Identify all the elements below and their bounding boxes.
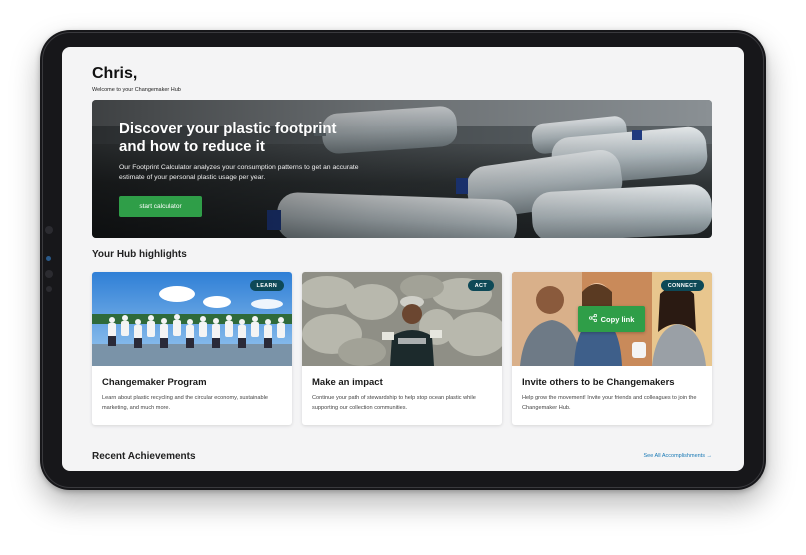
card-description: Help grow the movement! Invite your frie… <box>522 395 697 411</box>
camera-icon <box>45 270 53 278</box>
card-title: Invite others to be Changemakers <box>522 377 675 388</box>
recent-achievements-heading: Recent Achievements <box>92 451 196 462</box>
make-an-impact-card[interactable]: ACT Make an impact Continue your path of… <box>302 272 502 425</box>
copy-link-label: Copy link <box>600 314 635 324</box>
connect-tag: CONNECT <box>660 280 704 291</box>
see-all-accomplishments-link[interactable]: See All Accomplishments → <box>644 453 712 459</box>
card-title: Changemaker Program <box>102 377 207 388</box>
highlights-heading: Your Hub highlights <box>92 249 187 260</box>
user-greeting: Chris, <box>92 65 138 82</box>
copy-link-button[interactable]: Copy link <box>578 306 645 332</box>
card-description: Continue your path of stewardship to hel… <box>312 395 476 411</box>
share-icon <box>588 313 597 324</box>
camera-icon <box>45 226 53 234</box>
sensor-icon <box>46 256 51 261</box>
hero-title: Discover your plastic footprint and how … <box>119 120 337 155</box>
hero-description: Our Footprint Calculator analyzes your c… <box>119 164 359 181</box>
start-calculator-button[interactable]: start calculator <box>119 196 202 217</box>
invite-others-card[interactable]: CONNECT Copy link Invite others to be Ch… <box>512 272 712 425</box>
sensor-icon <box>46 286 52 292</box>
footprint-hero-banner: Discover your plastic footprint and how … <box>92 100 712 238</box>
learn-tag: LEARN <box>249 280 284 291</box>
card-description: Learn about plastic recycling and the ci… <box>102 395 268 411</box>
act-tag: ACT <box>467 280 494 291</box>
changemaker-program-card[interactable]: LEARN Changemaker Program Learn about pl… <box>92 272 292 425</box>
welcome-subtitle: Welcome to your Changemaker Hub <box>92 87 181 93</box>
card-title: Make an impact <box>312 377 383 388</box>
hub-screen: Chris, Welcome to your Changemaker Hub D… <box>62 47 744 471</box>
